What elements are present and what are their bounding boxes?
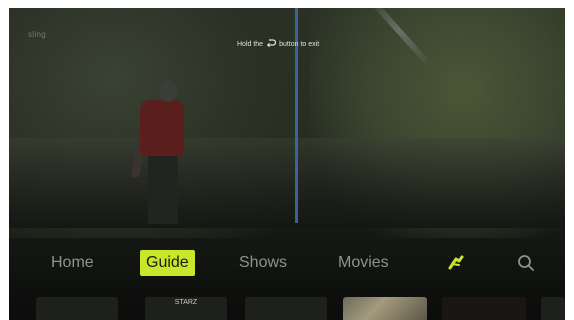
back-arrow-icon — [266, 39, 277, 49]
person-body — [140, 100, 184, 156]
background-ground — [9, 138, 565, 228]
app-logo: sling — [28, 30, 46, 39]
channel-tile-thumbnail[interactable] — [343, 297, 427, 320]
exit-hint-text-after: button to exit — [279, 40, 320, 48]
nav-shows[interactable]: Shows — [239, 250, 287, 276]
main-nav: Home Guide Shows Movies — [9, 244, 565, 280]
channel-tile[interactable] — [541, 297, 565, 320]
nav-movies[interactable]: Movies — [338, 250, 389, 276]
sports-icon[interactable] — [447, 255, 465, 276]
channel-tiles-row: STARZ — [9, 291, 565, 320]
nav-home[interactable]: Home — [51, 250, 94, 276]
channel-tile[interactable] — [36, 297, 118, 320]
tv-screen: sling Hold the button to exit Home Guide… — [9, 8, 565, 320]
person-head — [159, 80, 177, 102]
channel-tile[interactable] — [245, 297, 327, 320]
person-legs — [148, 154, 178, 224]
channel-tile[interactable]: STARZ — [145, 297, 227, 320]
exit-hint: Hold the button to exit — [237, 39, 319, 49]
nav-guide[interactable]: Guide — [140, 250, 195, 276]
search-icon[interactable] — [517, 254, 535, 277]
channel-tile[interactable] — [442, 297, 526, 320]
channel-tile-label: STARZ — [174, 299, 198, 306]
exit-hint-text-before: Hold the — [237, 40, 264, 48]
